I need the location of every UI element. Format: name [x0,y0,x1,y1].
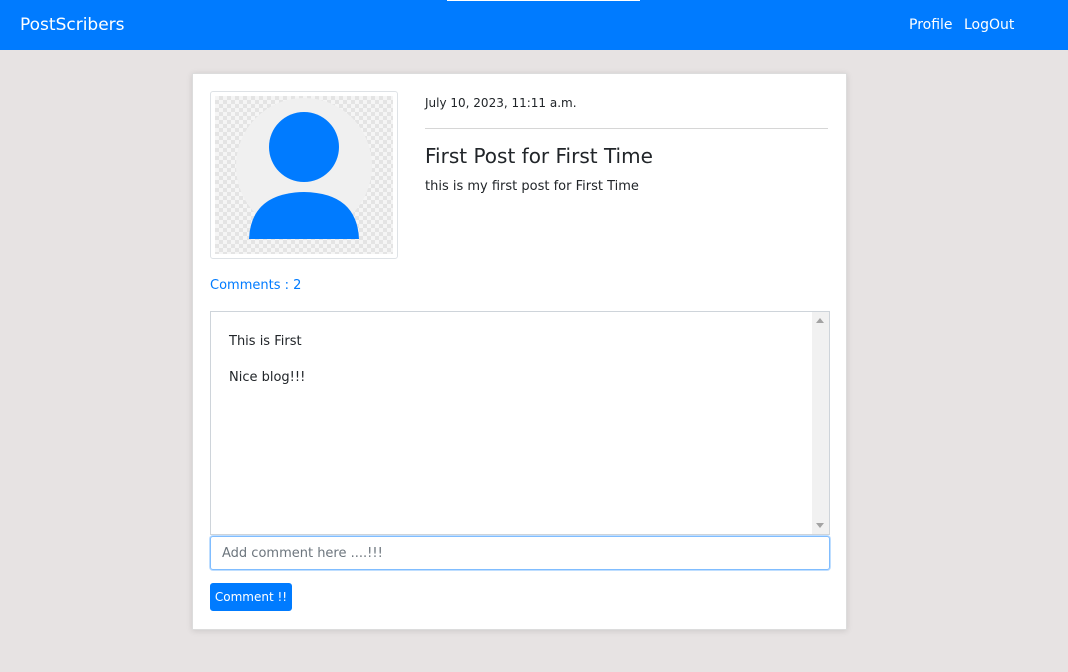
avatar [210,91,398,259]
divider [425,128,828,129]
user-avatar-icon [236,98,372,239]
brand-link[interactable]: PostScribers [20,14,125,36]
nav-link-profile[interactable]: Profile [909,15,953,35]
nav-highlight-bar [447,0,640,1]
comment-item: This is First [229,334,302,349]
scroll-up-icon[interactable] [816,318,824,323]
comment-input[interactable] [210,536,830,570]
post-date: July 10, 2023, 11:11 a.m. [425,96,577,110]
comments-count-link[interactable]: Comments : 2 [210,277,301,295]
navbar: PostScribers Profile LogOut [0,0,1068,50]
nav-link-logout[interactable]: LogOut [964,15,1014,35]
comment-submit-button[interactable]: Comment !! [210,583,292,611]
comments-scrollbar[interactable] [812,312,829,534]
post-body: this is my first post for First Time [425,179,639,194]
comment-item: Nice blog!!! [229,370,306,385]
avatar-image [215,96,393,254]
scroll-down-icon[interactable] [816,523,824,528]
post-title: First Post for First Time [425,144,653,168]
comments-list[interactable]: This is First Nice blog!!! [210,311,830,535]
post-card: July 10, 2023, 11:11 a.m. First Post for… [192,73,847,630]
